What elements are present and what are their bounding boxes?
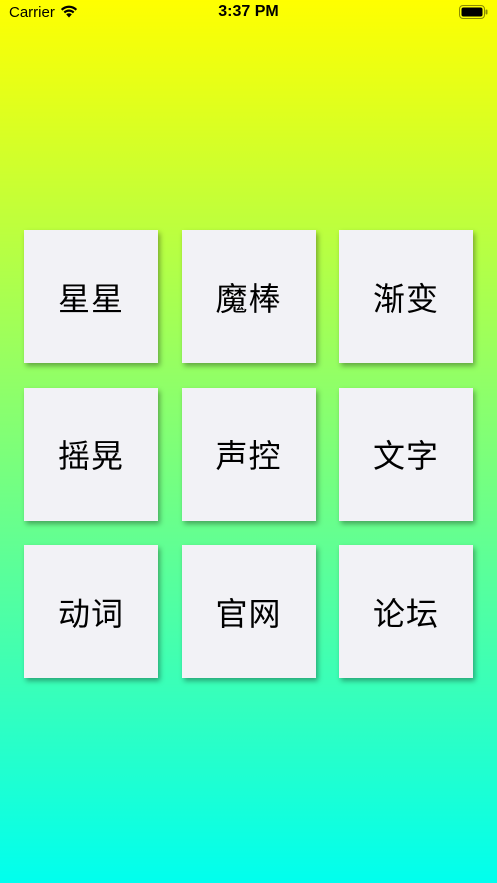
status-bar: Carrier 3:37 PM: [0, 0, 497, 28]
tile-voice-control-button[interactable]: 声控: [181, 387, 316, 521]
tile-forum-button[interactable]: 论坛: [339, 545, 473, 678]
status-time: 3:37 PM: [218, 3, 279, 20]
tile-magic-wand-button[interactable]: 魔棒: [181, 230, 316, 363]
tile-shake-button[interactable]: 摇晃: [24, 387, 158, 521]
tile-label: 动词: [57, 594, 124, 633]
tile-label: 声控: [215, 437, 282, 475]
tile-official-site-button[interactable]: 官网: [181, 545, 316, 678]
tile-label: 摇晃: [57, 437, 124, 475]
tile-label: 星星: [57, 279, 124, 318]
tile-verbs-button[interactable]: 动词: [24, 545, 158, 678]
tile-gradient-button[interactable]: 渐变: [339, 230, 473, 363]
tile-label: 魔棒: [215, 279, 282, 318]
tile-label: 文字: [372, 437, 439, 475]
tile-label: 官网: [215, 594, 282, 633]
tile-text-button[interactable]: 文字: [339, 387, 473, 521]
feature-grid: 星星 魔棒 渐变 摇晃 声控 文字 动词 官网 论坛: [24, 230, 473, 678]
app-screen: Carrier 3:37 PM 星星 魔棒 渐变 摇晃 声控 文字 动词 官网 …: [0, 0, 497, 883]
tile-label: 论坛: [372, 594, 439, 633]
battery-full-icon: [459, 5, 488, 19]
tile-label: 渐变: [372, 279, 439, 318]
tile-stars-button[interactable]: 星星: [24, 230, 158, 363]
